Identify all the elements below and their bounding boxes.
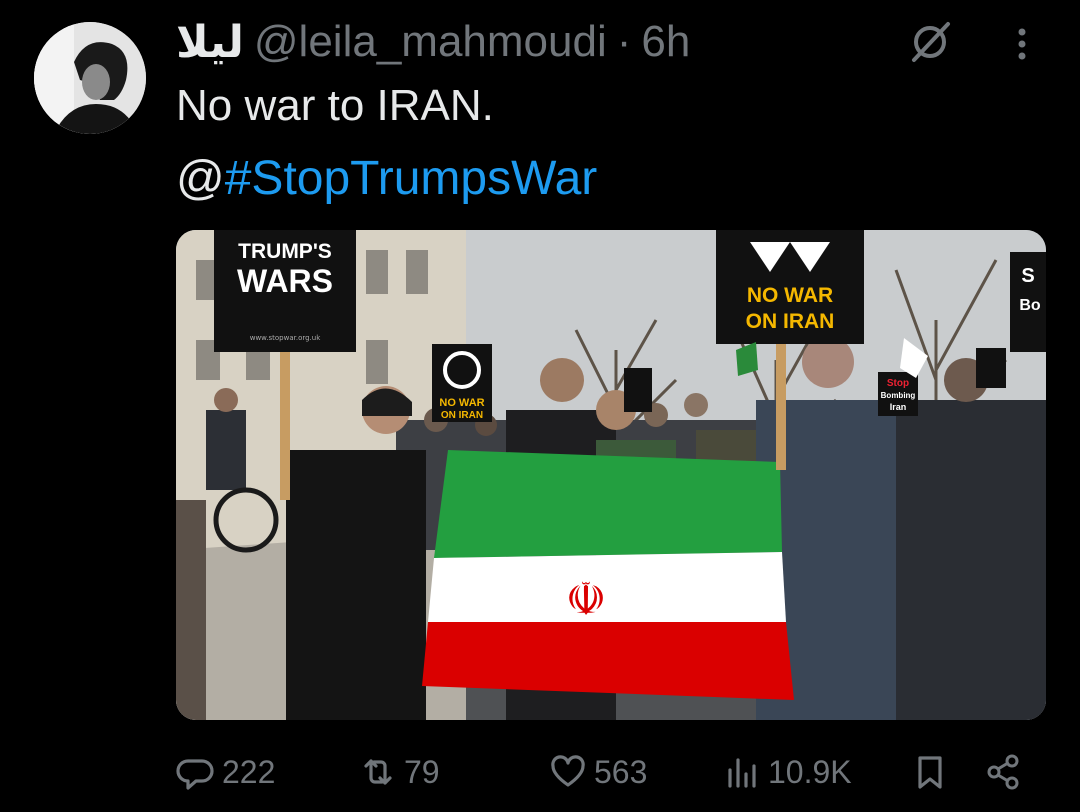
sign-small-line2: ON IRAN [441,410,483,421]
bookmark-button[interactable] [910,744,950,800]
like-count: 563 [594,753,648,790]
sign-far-right-line1: S [1021,265,1034,287]
views-button[interactable]: 10.9K [722,744,852,800]
sign-trumps-wars: TRUMP'S WARS www.stopwar.org.uk [214,230,356,352]
sign-bombing-text: Bombing [881,391,916,400]
sign-left-line2: WARS [237,263,333,299]
avatar-portrait [34,22,146,134]
tweet-media-photo[interactable]: ☫ TRUMP'S WARS www.stopwar.org.uk NO WAR… [176,230,1046,720]
sign-far-right: S Bo [1010,252,1046,352]
grok-icon[interactable] [906,18,954,66]
reply-icon [176,759,214,790]
share-button[interactable] [984,744,1024,800]
heart-icon [551,755,585,787]
svg-text:☫: ☫ [565,572,606,626]
tweet-text: No war to IRAN. [176,81,494,130]
repost-count: 79 [404,753,440,790]
analytics-icon [728,758,756,788]
repost-button[interactable]: 79 [358,744,440,800]
share-icon [987,754,1019,790]
tweet-hashtag-line: @#StopTrumpsWar [176,150,597,208]
sign-stop-text: Stop [887,378,909,389]
protest-photo: ☫ TRUMP'S WARS www.stopwar.org.uk NO WAR… [176,230,1046,720]
sign-far-right-line2: Bo [1019,297,1041,314]
reply-button[interactable]: 222 [176,744,275,800]
mention-prefix: @ [176,152,225,205]
sign-left-line1: TRUMP'S [238,240,332,263]
sign-right-line1: NO WAR [747,284,833,307]
bookmark-icon [918,756,942,789]
iran-flag: ☫ [422,450,794,700]
display-name[interactable]: ليلا [176,17,244,68]
sign-right-line2: ON IRAN [746,310,835,333]
separator-dot: · [616,17,632,66]
sign-small-line1: NO WAR [439,397,484,409]
reply-count: 222 [222,753,276,790]
sign-no-war-on-iran: NO WAR ON IRAN [716,230,864,344]
more-options-icon[interactable] [1006,24,1038,64]
tweet-header: ليلا @leila_mahmoudi · 6h [176,14,690,70]
tweet-actions: 222 79 563 10.9K [176,744,1046,800]
timestamp[interactable]: 6h [641,17,690,67]
sign-small-no-war: NO WAR ON IRAN [432,344,492,422]
repost-icon [364,759,392,785]
sign-stop-bombing-iran: Stop Bombing Iran [878,372,918,416]
avatar[interactable] [34,22,146,134]
user-handle[interactable]: @leila_mahmoudi [254,17,607,67]
hashtag-link[interactable]: #StopTrumpsWar [225,152,598,205]
sign-left-url: www.stopwar.org.uk [250,334,321,342]
sign-iran-text: Iran [890,402,907,412]
views-count: 10.9K [768,753,852,790]
like-button[interactable]: 563 [548,744,647,800]
